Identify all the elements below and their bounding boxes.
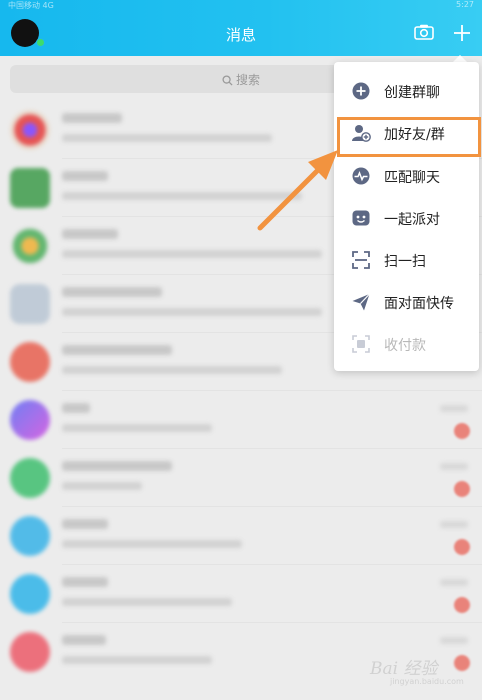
menu-item-payment[interactable]: 收付款 [334, 324, 479, 364]
unread-badge [454, 423, 470, 439]
contact-name-blurred [62, 519, 108, 529]
menu-item-party[interactable]: 一起派对 [334, 198, 479, 238]
message-preview-blurred [62, 250, 322, 258]
contact-name-blurred [62, 229, 118, 239]
message-preview-blurred [62, 482, 142, 490]
conversation-row[interactable] [0, 449, 482, 507]
camera-icon[interactable] [414, 24, 434, 40]
message-preview-blurred [62, 656, 212, 664]
status-time: 5:27 [456, 0, 474, 9]
scan-icon [352, 251, 370, 269]
unread-badge [454, 539, 470, 555]
highlight-box [337, 117, 481, 157]
conversation-row[interactable] [0, 565, 482, 623]
page-title: 消息 [225, 26, 256, 44]
party-icon [352, 210, 370, 226]
message-preview-blurred [62, 134, 272, 142]
menu-item-match-chat[interactable]: 匹配聊天 [334, 156, 479, 196]
unread-badge [454, 481, 470, 497]
status-carrier: 中国移动 4G [8, 1, 54, 10]
status-bar: 中国移动 4G 5:27 [0, 0, 482, 10]
menu-item-label: 匹配聊天 [384, 170, 440, 186]
message-preview-blurred [62, 424, 212, 432]
unread-badge [454, 597, 470, 613]
contact-name-blurred [62, 577, 108, 587]
time-blurred [440, 579, 468, 586]
menu-item-face-to-face[interactable]: 面对面快传 [334, 282, 479, 322]
contact-avatar [10, 400, 50, 440]
contact-name-blurred [62, 403, 90, 413]
message-preview-blurred [62, 598, 232, 606]
menu-item-label: 面对面快传 [384, 296, 454, 312]
contact-avatar [10, 110, 50, 150]
contact-avatar [10, 458, 50, 498]
add-group-icon [352, 82, 370, 100]
watermark-title: Bai 经验 [370, 659, 438, 679]
time-blurred [440, 463, 468, 470]
message-preview-blurred [62, 540, 242, 548]
search-icon [222, 75, 233, 86]
contact-avatar [10, 226, 50, 266]
contact-name-blurred [62, 171, 108, 181]
contact-avatar [10, 168, 50, 208]
search-placeholder: 搜索 [235, 73, 260, 87]
message-preview-blurred [62, 366, 282, 374]
conversation-row[interactable] [0, 391, 482, 449]
time-blurred [440, 405, 468, 412]
baidu-watermark: Bai 经验 jingyan.baidu.com [362, 652, 476, 692]
contact-name-blurred [62, 345, 172, 355]
add-menu-popup: 创建群聊 加好友/群 匹配聊天 一起派对 扫一扫 面对面快传 收付款 [334, 62, 479, 371]
menu-item-create-group[interactable]: 创建群聊 [334, 71, 479, 111]
contact-name-blurred [62, 113, 122, 123]
pointer-arrow [257, 150, 338, 231]
watermark-url: jingyan.baidu.com [390, 677, 464, 686]
face-to-face-transfer-icon [352, 293, 370, 311]
menu-item-label: 收付款 [384, 338, 426, 354]
contact-avatar [10, 632, 50, 672]
menu-item-label: 扫一扫 [384, 254, 426, 270]
contact-avatar [10, 516, 50, 556]
top-bar: 中国移动 4G 5:27 消息 [0, 0, 482, 56]
contact-avatar [10, 342, 50, 382]
match-chat-icon [352, 167, 370, 185]
time-blurred [440, 521, 468, 528]
menu-item-scan[interactable]: 扫一扫 [334, 240, 479, 280]
menu-item-label: 创建群聊 [384, 85, 440, 101]
conversation-row[interactable] [0, 507, 482, 565]
contact-name-blurred [62, 635, 106, 645]
contact-avatar [10, 574, 50, 614]
contact-name-blurred [62, 461, 172, 471]
time-blurred [440, 637, 468, 644]
menu-item-label: 一起派对 [384, 212, 440, 228]
message-preview-blurred [62, 308, 322, 316]
payment-icon [352, 335, 370, 353]
contact-name-blurred [62, 287, 162, 297]
contact-avatar [10, 284, 50, 324]
plus-icon[interactable] [452, 23, 472, 43]
